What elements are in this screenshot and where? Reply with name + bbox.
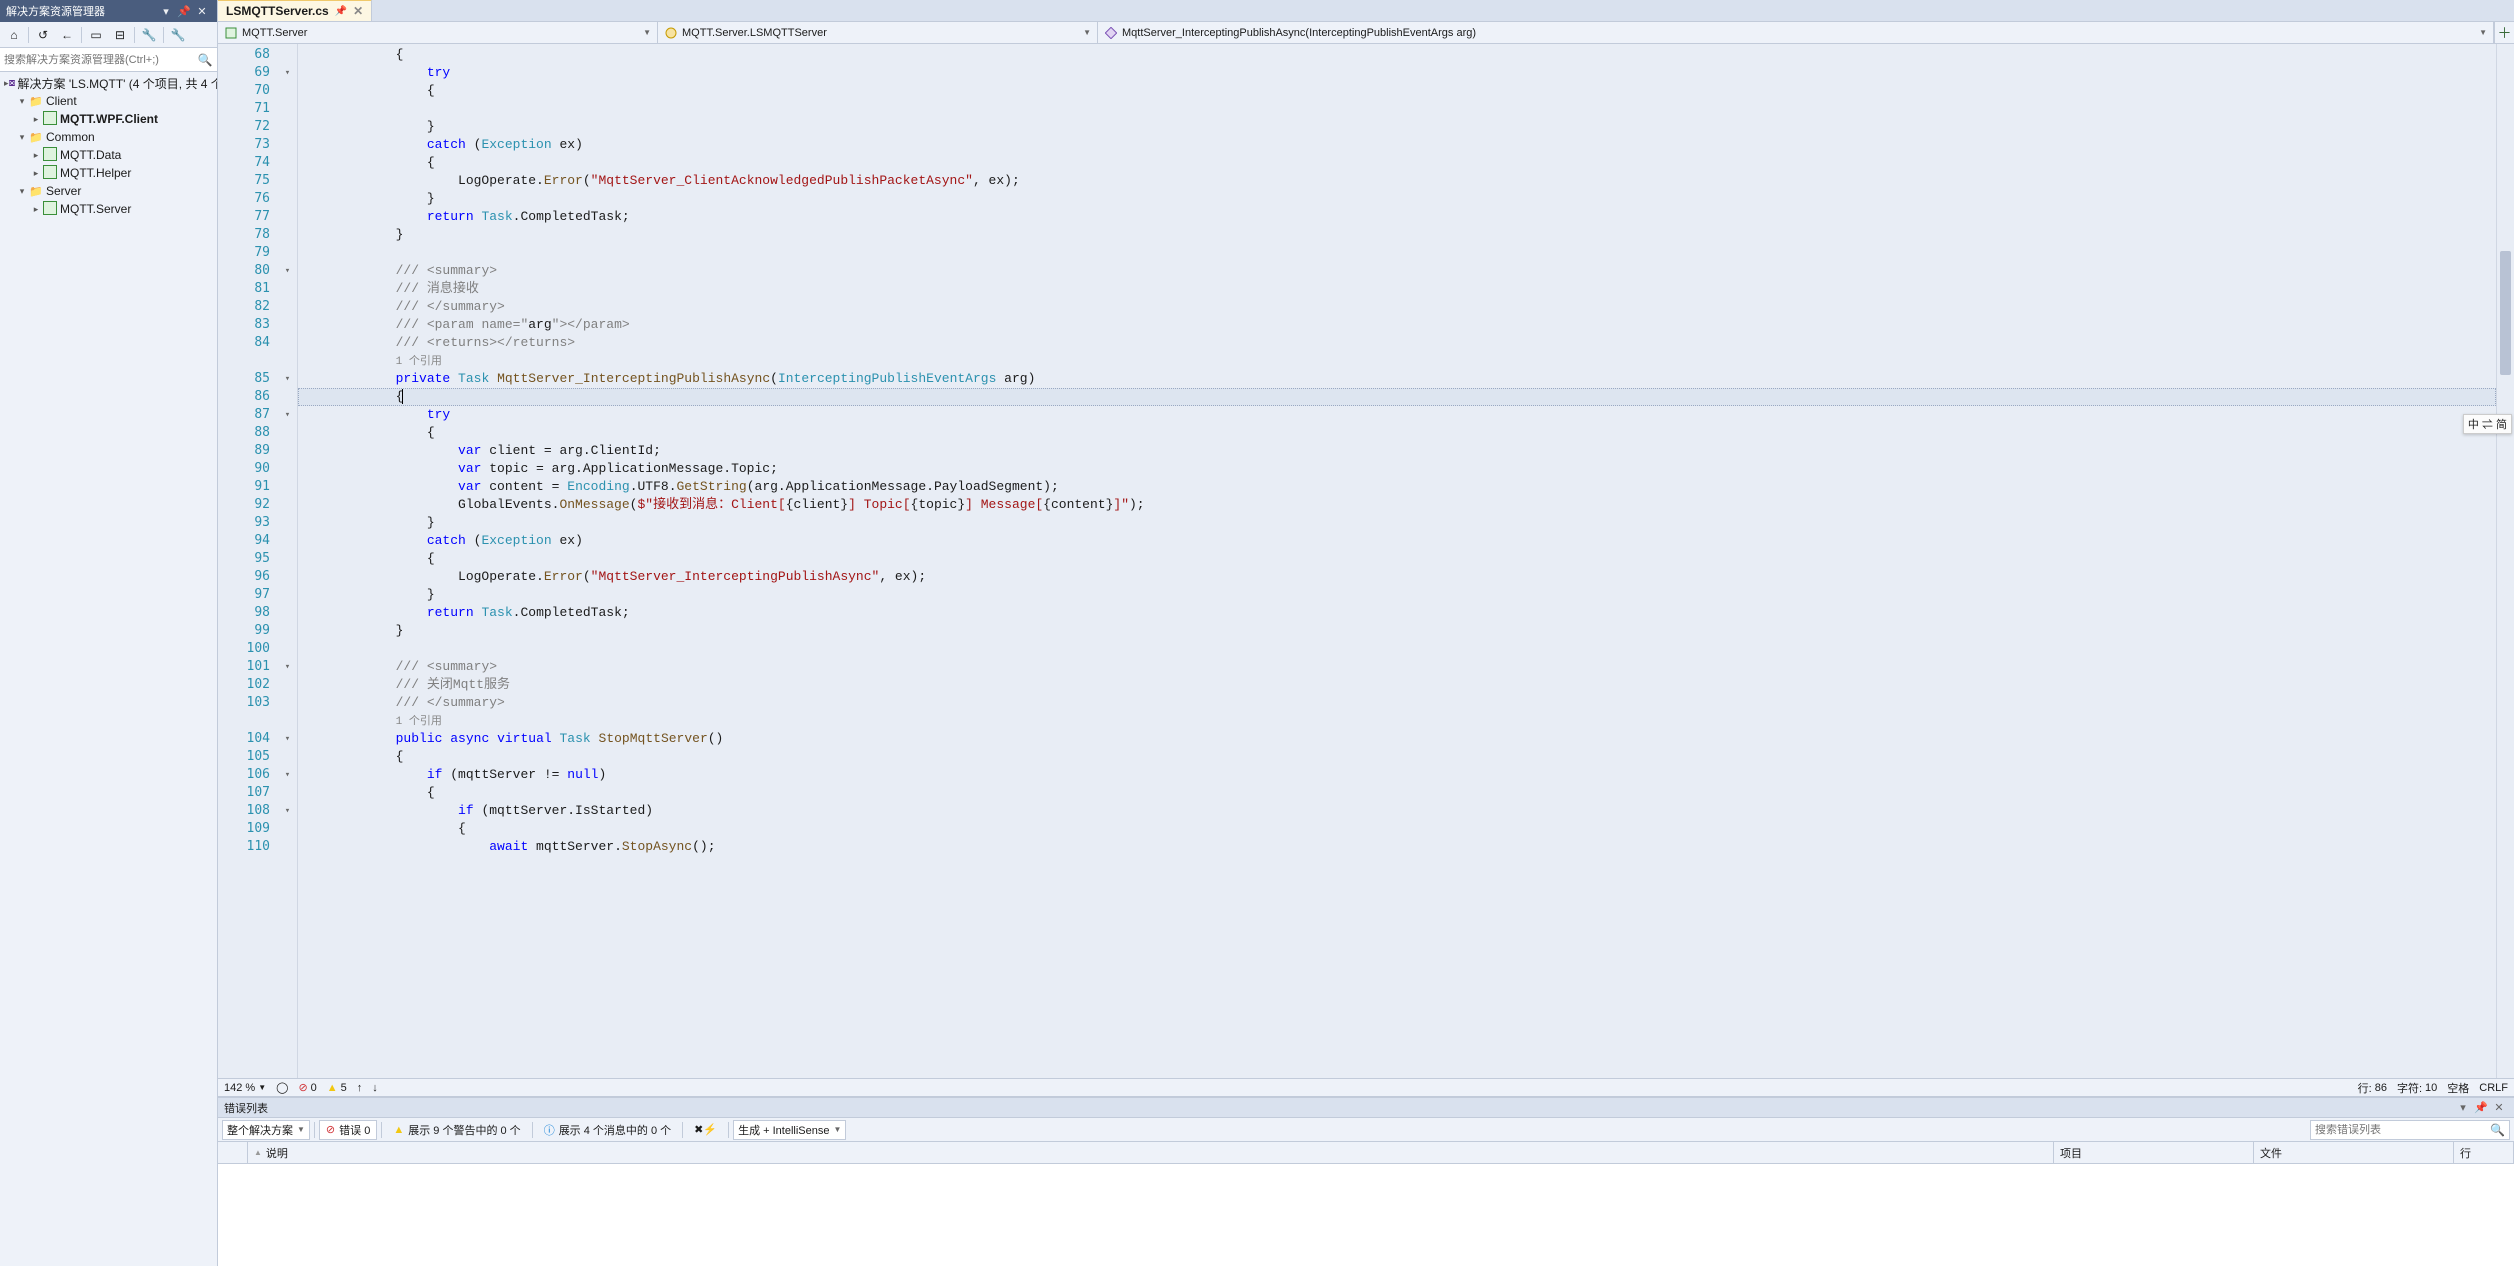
status-nav-down[interactable]: ↓	[372, 1082, 378, 1094]
status-warnings[interactable]: ▲5	[327, 1082, 347, 1094]
code-body[interactable]: { try { } catch (Exception ex) { LogOper…	[298, 44, 2496, 1078]
panel-dropdown-icon[interactable]: ▾	[2454, 1101, 2472, 1114]
collapse-icon[interactable]: ⊟	[108, 24, 132, 46]
navigation-bar: MQTT.Server ▼ MQTT.Server.LSMQTTServer ▼…	[218, 22, 2514, 44]
col-project[interactable]: 项目	[2054, 1142, 2254, 1163]
nav-class-text: MQTT.Server.LSMQTTServer	[682, 27, 1079, 39]
folder-server[interactable]: ▾📁Server	[0, 182, 217, 200]
error-list-body[interactable]	[218, 1164, 2514, 1266]
error-list-search: 🔍	[2310, 1120, 2510, 1140]
scope-combo[interactable]: 整个解决方案▼	[222, 1120, 310, 1140]
error-list-panel: 错误列表 ▾ 📌 ✕ 整个解决方案▼ ⊘错误 0 ▲展示 9 个警告中的 0 个…	[218, 1096, 2514, 1266]
solution-search-row: 🔍	[0, 48, 217, 72]
search-icon[interactable]: 🔍	[2490, 1123, 2505, 1137]
scrollbar-thumb[interactable]	[2500, 251, 2511, 375]
col-description[interactable]: ▲说明	[248, 1142, 2054, 1163]
status-char: 字符: 10	[2397, 1080, 2437, 1096]
csproj-icon	[224, 26, 238, 40]
status-eol[interactable]: CRLF	[2479, 1082, 2508, 1094]
solution-explorer-title: 解决方案资源管理器	[6, 3, 157, 19]
nav-project-combo[interactable]: MQTT.Server ▼	[218, 22, 658, 43]
status-errors[interactable]: ⊘0	[298, 1081, 316, 1094]
project-mqtt-server[interactable]: ▸MQTT.Server	[0, 200, 217, 218]
preview-icon[interactable]: 🔧	[166, 24, 190, 46]
home-icon[interactable]: ⌂	[2, 24, 26, 46]
nav-class-combo[interactable]: MQTT.Server.LSMQTTServer ▼	[658, 22, 1098, 43]
close-icon[interactable]: ✕	[2490, 1101, 2508, 1114]
project-mqtt-helper[interactable]: ▸MQTT.Helper	[0, 164, 217, 182]
tab-pin-icon[interactable]: 📌	[335, 6, 347, 17]
vertical-scrollbar[interactable]	[2496, 44, 2514, 1078]
close-icon[interactable]: ✕	[193, 5, 211, 18]
back-icon[interactable]: ←	[55, 24, 79, 46]
status-no-issues[interactable]: ◯	[276, 1081, 288, 1094]
properties-icon[interactable]: 🔧	[137, 24, 161, 46]
class-icon	[664, 26, 678, 40]
chevron-down-icon: ▼	[643, 28, 651, 37]
messages-filter[interactable]: ⓘ展示 4 个消息中的 0 个	[537, 1120, 678, 1140]
sync-icon[interactable]: ↺	[31, 24, 55, 46]
status-nav-up[interactable]: ↑	[357, 1082, 363, 1094]
errors-filter[interactable]: ⊘错误 0	[319, 1120, 377, 1140]
status-line: 行: 86	[2358, 1080, 2387, 1096]
chevron-down-icon: ▼	[1083, 28, 1091, 37]
error-list-headers: ▲说明 项目 文件 行	[218, 1142, 2514, 1164]
solution-tree[interactable]: ▸⧇解决方案 'LS.MQTT' (4 个项目, 共 4 个)▾📁Client▸…	[0, 72, 217, 1266]
solution-explorer-toolbar: ⌂ ↺ ← ▭ ⊟ 🔧 🔧	[0, 22, 217, 48]
chevron-down-icon: ▼	[2479, 28, 2487, 37]
col-file[interactable]: 文件	[2254, 1142, 2454, 1163]
error-list-title: 错误列表	[224, 1100, 2454, 1116]
col-line[interactable]: 行	[2454, 1142, 2514, 1163]
show-all-icon[interactable]: ▭	[84, 24, 108, 46]
nav-project-text: MQTT.Server	[242, 27, 639, 39]
editor-tab-label: LSMQTTServer.cs	[226, 4, 329, 18]
col-icon[interactable]	[218, 1142, 248, 1163]
folder-client[interactable]: ▾📁Client	[0, 92, 217, 110]
error-list-search-input[interactable]	[2315, 1124, 2490, 1136]
panel-dropdown-icon[interactable]: ▾	[157, 5, 175, 18]
search-icon[interactable]: 🔍	[197, 53, 213, 67]
tab-close-icon[interactable]: ✕	[353, 4, 363, 18]
fold-gutter[interactable]	[278, 44, 298, 1078]
nav-method-text: MqttServer_InterceptingPublishAsync(Inte…	[1122, 27, 2475, 39]
code-editor[interactable]: 6869707172737475767778798081828384858687…	[218, 44, 2514, 1078]
editor-tab-bar: LSMQTTServer.cs 📌 ✕	[218, 0, 2514, 22]
status-space[interactable]: 空格	[2447, 1080, 2469, 1096]
split-editor-button[interactable]: ＋	[2494, 22, 2514, 43]
line-number-gutter: 6869707172737475767778798081828384858687…	[218, 44, 278, 1078]
error-list-toolbar: 整个解决方案▼ ⊘错误 0 ▲展示 9 个警告中的 0 个 ⓘ展示 4 个消息中…	[218, 1118, 2514, 1142]
clear-filter-icon[interactable]: ✖⚡	[687, 1120, 724, 1140]
build-intellisense-combo[interactable]: 生成 + IntelliSense▼	[733, 1120, 846, 1140]
editor-tab-active[interactable]: LSMQTTServer.cs 📌 ✕	[218, 0, 372, 21]
pin-icon[interactable]: 📌	[175, 5, 193, 18]
project-mqtt-wpf-client[interactable]: ▸MQTT.WPF.Client	[0, 110, 217, 128]
pin-icon[interactable]: 📌	[2472, 1101, 2490, 1114]
ime-indicator[interactable]: 中 ⇌ 简	[2463, 414, 2512, 434]
nav-method-combo[interactable]: MqttServer_InterceptingPublishAsync(Inte…	[1098, 22, 2494, 43]
folder-common[interactable]: ▾📁Common	[0, 128, 217, 146]
error-list-titlebar: 错误列表 ▾ 📌 ✕	[218, 1098, 2514, 1118]
zoom-level[interactable]: 142 % ▼	[224, 1082, 266, 1094]
solution-explorer-titlebar: 解决方案资源管理器 ▾ 📌 ✕	[0, 0, 217, 22]
project-mqtt-data[interactable]: ▸MQTT.Data	[0, 146, 217, 164]
solution-explorer-panel: 解决方案资源管理器 ▾ 📌 ✕ ⌂ ↺ ← ▭ ⊟ 🔧 🔧 🔍 ▸⧇解决方案 '…	[0, 0, 218, 1266]
warnings-filter[interactable]: ▲展示 9 个警告中的 0 个	[386, 1120, 527, 1140]
method-icon	[1104, 26, 1118, 40]
solution-search-input[interactable]	[4, 54, 197, 66]
editor-status-bar: 142 % ▼ ◯ ⊘0 ▲5 ↑ ↓ 行: 86 字符: 10 空格 CRLF	[218, 1078, 2514, 1096]
